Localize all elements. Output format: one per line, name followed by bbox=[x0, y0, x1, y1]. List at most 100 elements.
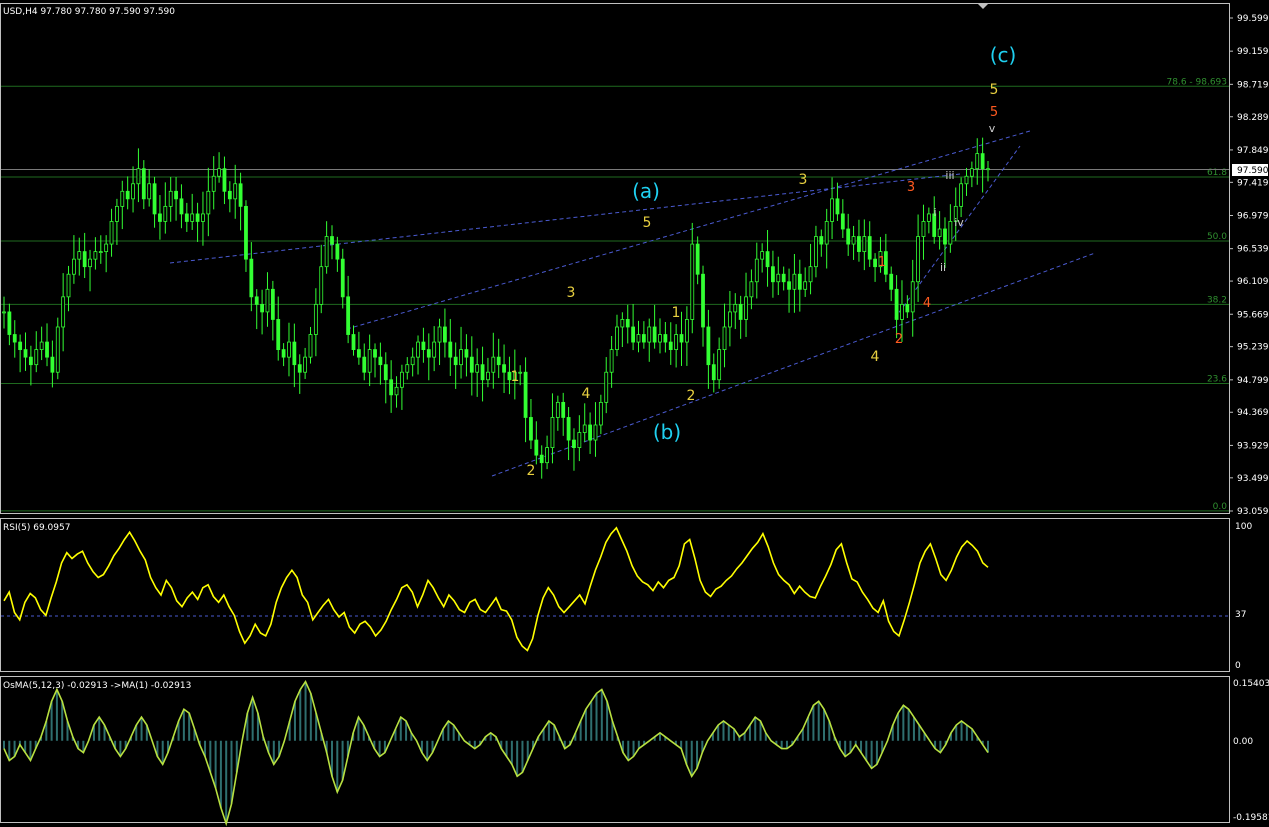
candle-body bbox=[652, 326, 657, 343]
rsi-tick-label: 100 bbox=[1235, 522, 1252, 532]
candle-body bbox=[604, 371, 609, 403]
candle-body bbox=[964, 175, 969, 185]
candle-body bbox=[72, 258, 76, 275]
candle-body bbox=[631, 326, 636, 343]
candle-body bbox=[335, 243, 340, 260]
candle-body bbox=[539, 454, 544, 464]
price-tick-label: 99.159 bbox=[1237, 47, 1269, 57]
candle-body bbox=[416, 341, 420, 358]
candle-body bbox=[636, 334, 641, 343]
candle-body bbox=[120, 190, 125, 207]
rsi-tick-label: 0 bbox=[1235, 661, 1241, 671]
wave-label-minor: 2 bbox=[895, 332, 903, 347]
candle-body bbox=[566, 417, 571, 441]
candle-body bbox=[690, 243, 695, 320]
candle-body bbox=[340, 258, 345, 298]
candle-body bbox=[330, 236, 334, 245]
candle-body bbox=[453, 356, 458, 366]
candle-body bbox=[550, 417, 555, 449]
candle-body bbox=[356, 349, 361, 358]
candle-body bbox=[846, 228, 851, 245]
candle-body bbox=[529, 417, 533, 441]
candle-body bbox=[760, 251, 765, 260]
candle-body bbox=[781, 273, 786, 283]
candle-body bbox=[324, 236, 329, 268]
candle-body bbox=[313, 303, 318, 335]
wave-label-primary: 2 bbox=[687, 388, 696, 404]
candle-body bbox=[625, 319, 630, 328]
candle-body bbox=[2, 311, 6, 314]
candle-body bbox=[486, 371, 490, 381]
candle-body bbox=[496, 356, 501, 366]
candle-body bbox=[287, 341, 291, 358]
candle-body bbox=[561, 401, 566, 418]
candle-body bbox=[706, 326, 711, 366]
candle-body bbox=[647, 326, 652, 343]
candle-body bbox=[502, 364, 506, 373]
candle-body bbox=[480, 364, 485, 381]
rsi-tick-label: 37 bbox=[1235, 610, 1246, 620]
candle-body bbox=[711, 364, 716, 381]
fib-label: 38.2 bbox=[1207, 295, 1227, 305]
candle-body bbox=[835, 198, 840, 215]
candle-body bbox=[244, 205, 248, 260]
candle-body bbox=[459, 349, 463, 366]
candle-body bbox=[491, 356, 496, 373]
wave-label-major: (a) bbox=[632, 179, 660, 203]
candle-body bbox=[405, 364, 410, 373]
trading-chart[interactable]: 78.6 - 98.69361.850.038.223.60.0 99.5999… bbox=[0, 0, 1269, 827]
candle-body bbox=[28, 356, 33, 366]
candle-body bbox=[362, 356, 367, 373]
candle-body bbox=[400, 371, 404, 388]
candle-body bbox=[201, 213, 205, 222]
candle-body bbox=[926, 213, 931, 222]
fib-label: 78.6 - 98.693 bbox=[1167, 77, 1228, 87]
candle-body bbox=[728, 311, 732, 328]
candle-body bbox=[679, 334, 684, 343]
osma-title: OsMA(5,12,3) -0.02913 ->MA(1) -0.02913 bbox=[3, 681, 191, 691]
candle-body bbox=[303, 356, 308, 373]
candle-body bbox=[394, 386, 399, 396]
candle-body bbox=[545, 447, 549, 464]
wave-label-minor: 4 bbox=[923, 296, 931, 311]
price-tick-label: 97.419 bbox=[1237, 178, 1269, 188]
candle-body bbox=[873, 258, 877, 268]
wave-label-minor: 5 bbox=[990, 105, 998, 120]
candle-body bbox=[910, 281, 915, 313]
candle-body bbox=[367, 349, 372, 373]
candle-body bbox=[717, 349, 722, 381]
wave-label-major: (b) bbox=[653, 420, 681, 444]
candle-body bbox=[373, 349, 377, 358]
candle-body bbox=[82, 251, 87, 268]
candle-body bbox=[152, 183, 157, 215]
wave-label-primary: 1 bbox=[672, 305, 681, 321]
candle-body bbox=[410, 356, 415, 366]
candle-body bbox=[437, 326, 442, 343]
candle-body bbox=[840, 213, 845, 230]
price-tick-label: 93.059 bbox=[1237, 507, 1269, 517]
candle-body bbox=[808, 266, 813, 283]
candle-body bbox=[663, 334, 668, 343]
wave-label-minute: iii bbox=[945, 169, 954, 182]
candle-body bbox=[701, 273, 705, 328]
wave-label-primary: 4 bbox=[871, 349, 880, 365]
candle-body bbox=[426, 349, 431, 358]
candle-body bbox=[158, 213, 162, 222]
candle-body bbox=[787, 281, 791, 290]
candle-body bbox=[572, 439, 576, 449]
fib-label: 23.6 bbox=[1207, 375, 1227, 385]
price-tick-label: 98.719 bbox=[1237, 80, 1269, 90]
candle-body bbox=[249, 258, 254, 298]
candle-body bbox=[346, 296, 351, 335]
price-tick-label: 94.369 bbox=[1237, 408, 1269, 418]
price-tick-label: 97.849 bbox=[1237, 146, 1269, 156]
wave-label-primary: 4 bbox=[582, 386, 591, 402]
price-tick-label: 95.669 bbox=[1237, 310, 1269, 320]
candle-body bbox=[469, 356, 474, 373]
candle-body bbox=[383, 364, 388, 381]
candle-body bbox=[598, 401, 603, 426]
wave-label-major: (c) bbox=[990, 43, 1017, 67]
candle-body bbox=[265, 288, 270, 313]
candle-body bbox=[174, 190, 178, 200]
candle-body bbox=[195, 213, 200, 222]
